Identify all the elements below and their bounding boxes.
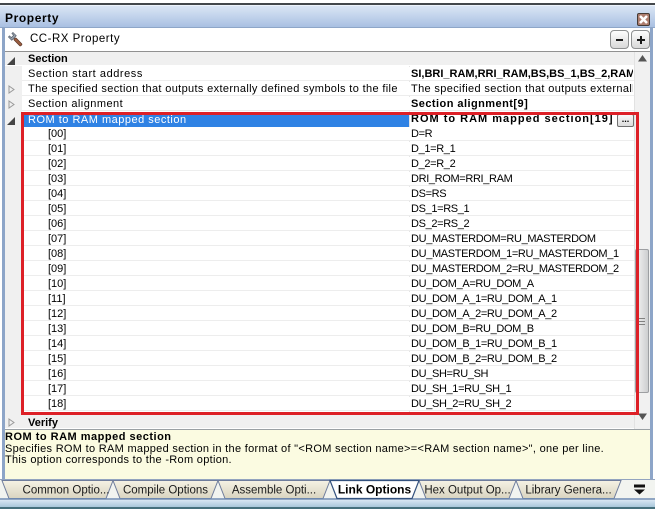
svg-text:Common Optio...: Common Optio... [23,485,110,497]
svg-text:Compile Options: Compile Options [123,485,208,497]
svg-text:Hex Output Op...: Hex Output Op... [424,485,510,497]
svg-text:Link Options: Link Options [338,483,412,497]
svg-text:Assemble Opti...: Assemble Opti... [232,485,316,497]
svg-text:Library Genera...: Library Genera... [525,485,611,497]
